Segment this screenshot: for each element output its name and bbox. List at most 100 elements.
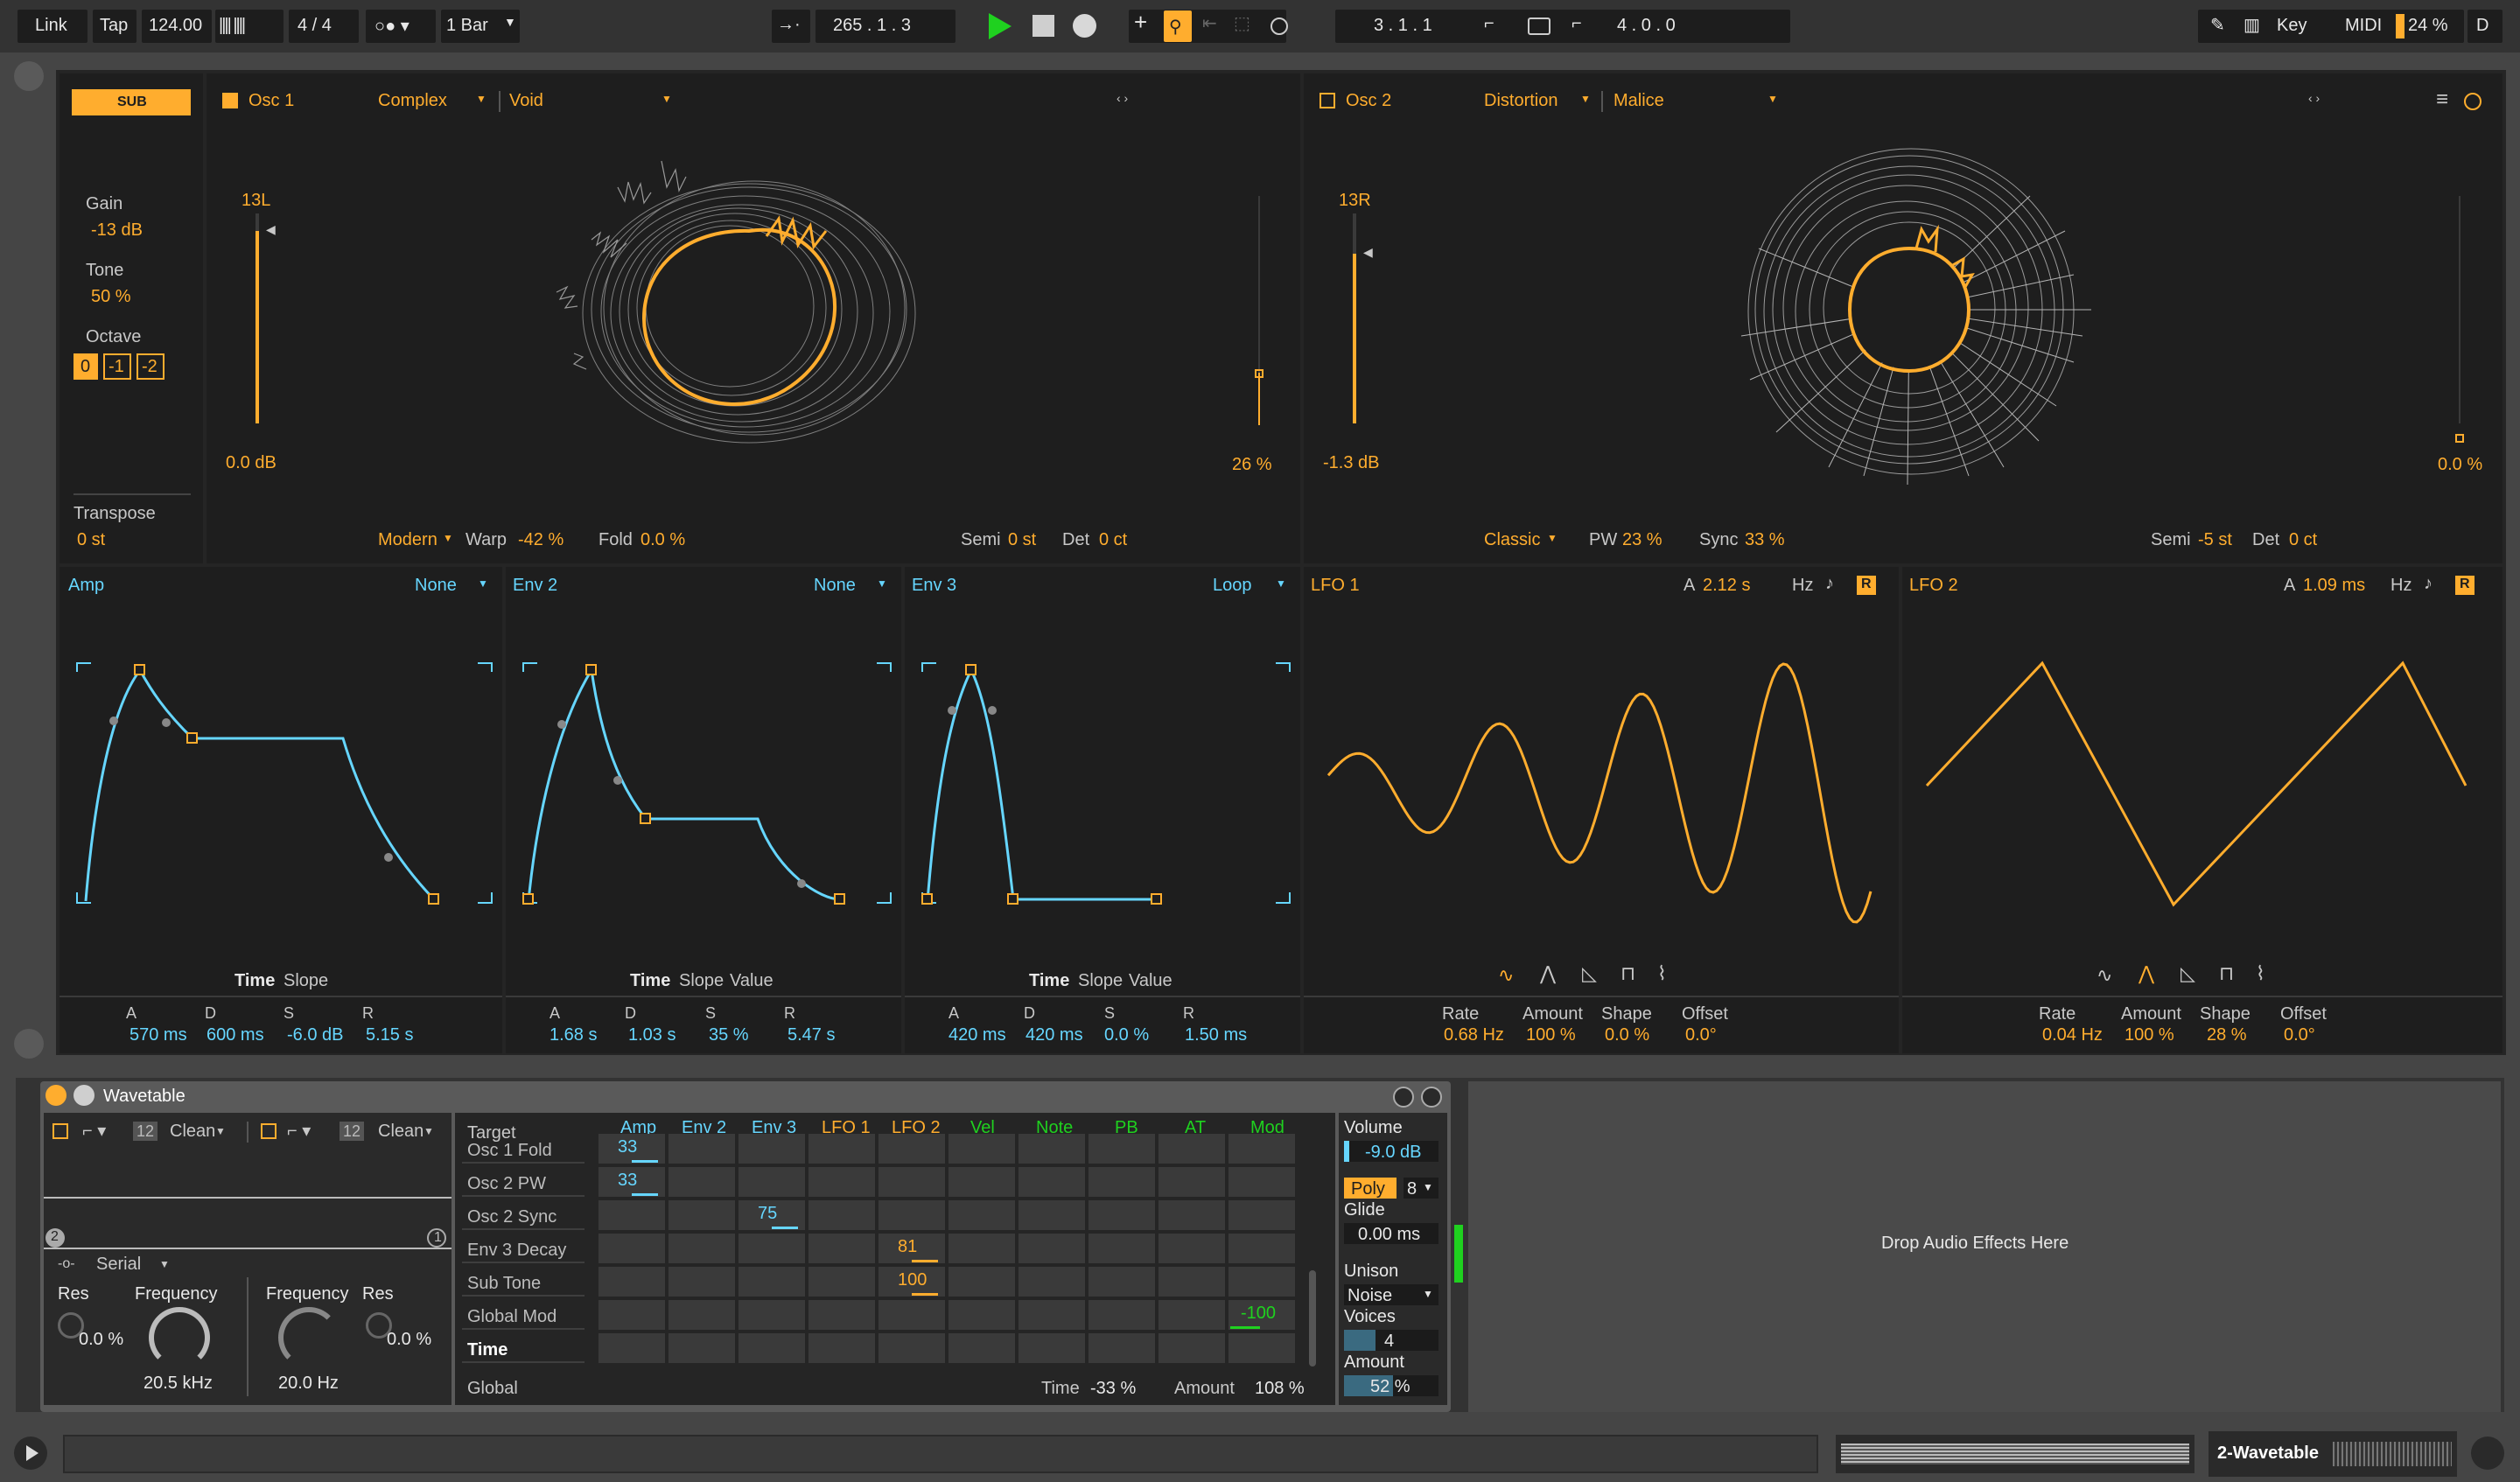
matrix-cell[interactable]	[808, 1134, 875, 1164]
matrix-cell[interactable]: -100	[1228, 1300, 1295, 1330]
matrix-cell[interactable]	[668, 1267, 735, 1297]
matrix-cell[interactable]	[668, 1167, 735, 1197]
matrix-cell[interactable]	[1088, 1200, 1155, 1230]
transpose-value[interactable]: 0 st	[77, 530, 105, 550]
decay-value[interactable]: 600 ms	[206, 1025, 264, 1045]
matrix-cell[interactable]	[1088, 1234, 1155, 1263]
filter1-slope[interactable]: 12	[133, 1122, 158, 1141]
matrix-cell[interactable]	[1018, 1267, 1085, 1297]
matrix-cell[interactable]	[598, 1267, 665, 1297]
warp-value[interactable]: -42 %	[518, 530, 564, 550]
link-button[interactable]: Link	[18, 10, 88, 43]
matrix-cell[interactable]	[808, 1333, 875, 1363]
matrix-cell[interactable]	[738, 1234, 805, 1263]
unison-amount-field[interactable]: 52 %	[1344, 1375, 1438, 1396]
release-value[interactable]: 5.47 s	[788, 1025, 835, 1045]
filter2-toggle[interactable]	[261, 1123, 276, 1139]
sustain-value[interactable]: -6.0 dB	[287, 1025, 343, 1045]
matrix-cell[interactable]	[668, 1300, 735, 1330]
hot-swap-icon[interactable]	[1393, 1087, 1414, 1108]
tab-time[interactable]: Time	[1029, 971, 1069, 991]
attack-value[interactable]: 420 ms	[948, 1025, 1006, 1045]
poly-button[interactable]: Poly	[1344, 1178, 1396, 1199]
amount-value[interactable]: 100 %	[2124, 1025, 2174, 1045]
matrix-target-row[interactable]: Osc 2 Sync	[467, 1207, 556, 1227]
matrix-cell[interactable]	[948, 1234, 1015, 1263]
matrix-target-row[interactable]: Time	[467, 1340, 508, 1360]
tab-slope[interactable]: Slope	[1078, 971, 1123, 991]
square-shape-icon[interactable]: ⊓	[2219, 962, 2234, 985]
matrix-target-row[interactable]: Osc 1 Fold	[467, 1141, 552, 1161]
overview-toggle-icon[interactable]	[14, 1029, 44, 1059]
triangle-shape-icon[interactable]: ⋀	[1540, 962, 1556, 985]
matrix-target-row[interactable]: Osc 2 PW	[467, 1174, 546, 1194]
matrix-cell[interactable]	[668, 1134, 735, 1164]
tab-time[interactable]: Time	[234, 971, 275, 991]
global-time-value[interactable]: -33 %	[1090, 1379, 1136, 1399]
release-value[interactable]: 5.15 s	[366, 1025, 413, 1045]
global-amount-value[interactable]: 108 %	[1255, 1379, 1305, 1399]
matrix-cell[interactable]	[1228, 1234, 1295, 1263]
sustain-value[interactable]: 0.0 %	[1104, 1025, 1149, 1045]
matrix-cell[interactable]	[808, 1234, 875, 1263]
meter-field[interactable]: 4 / 4	[289, 10, 359, 43]
voices-field[interactable]: 4	[1344, 1330, 1438, 1351]
matrix-cell[interactable]	[1158, 1300, 1225, 1330]
pw-value[interactable]: 23 %	[1622, 530, 1662, 550]
matrix-cell[interactable]	[878, 1333, 945, 1363]
matrix-cell[interactable]	[878, 1167, 945, 1197]
det-value[interactable]: 0 ct	[1099, 530, 1127, 550]
selected-track-display[interactable]: 2-Wavetable	[2208, 1431, 2457, 1477]
matrix-cell[interactable]	[808, 1267, 875, 1297]
osc2-wavetable-display[interactable]	[1304, 73, 2502, 563]
matrix-cell[interactable]	[1018, 1300, 1085, 1330]
matrix-cell[interactable]	[1088, 1267, 1155, 1297]
matrix-cell[interactable]	[948, 1167, 1015, 1197]
matrix-cell[interactable]	[1018, 1200, 1085, 1230]
matrix-scrollbar[interactable]	[1309, 1270, 1316, 1367]
loop-length-field[interactable]: 4 . 0 . 0	[1617, 16, 1676, 36]
matrix-cell[interactable]	[878, 1200, 945, 1230]
matrix-cell[interactable]	[1088, 1167, 1155, 1197]
detail-view-toggle-icon[interactable]	[2471, 1437, 2504, 1470]
matrix-cell[interactable]: 75	[738, 1200, 805, 1230]
amp-envelope-graph[interactable]	[60, 567, 502, 934]
add-icon[interactable]: +	[1134, 9, 1147, 36]
matrix-cell[interactable]	[1088, 1300, 1155, 1330]
env2-envelope-graph[interactable]	[506, 567, 901, 934]
saw-shape-icon[interactable]: ◺	[2180, 962, 2195, 985]
record-icon[interactable]	[1073, 14, 1096, 38]
matrix-cell[interactable]	[1228, 1267, 1295, 1297]
matrix-cell[interactable]	[738, 1267, 805, 1297]
punch-out-icon[interactable]: ⌐	[1572, 14, 1582, 34]
tab-value[interactable]: Value	[730, 971, 774, 991]
device-on-toggle[interactable]	[46, 1085, 66, 1106]
matrix-cell[interactable]	[948, 1333, 1015, 1363]
unison-dropdown[interactable]: Noise ▼	[1344, 1284, 1438, 1305]
semi-value[interactable]: 0 st	[1008, 530, 1036, 550]
amount-value[interactable]: 100 %	[1526, 1025, 1576, 1045]
matrix-cell[interactable]	[738, 1300, 805, 1330]
tempo-field[interactable]: 124.00	[142, 10, 212, 43]
matrix-cell[interactable]	[738, 1134, 805, 1164]
matrix-cell[interactable]	[948, 1267, 1015, 1297]
sub-gain-value[interactable]: -13 dB	[91, 220, 143, 241]
matrix-cell[interactable]	[1018, 1134, 1085, 1164]
key-map-button[interactable]: Key	[2277, 16, 2306, 36]
matrix-cell[interactable]	[1088, 1134, 1155, 1164]
browser-toggle-icon[interactable]	[14, 61, 44, 91]
matrix-cell[interactable]	[598, 1200, 665, 1230]
lfo1-waveform[interactable]	[1304, 567, 1899, 934]
filter2-circuit-dropdown[interactable]: Clean	[378, 1122, 424, 1142]
octave-minus-1[interactable]: -1	[103, 353, 131, 380]
arrangement-position[interactable]: 265 . 1 . 3	[816, 10, 956, 43]
matrix-cell[interactable]	[1228, 1200, 1295, 1230]
session-record-icon[interactable]	[1270, 17, 1288, 35]
saw-shape-icon[interactable]: ◺	[1582, 962, 1597, 985]
matrix-cell[interactable]	[668, 1333, 735, 1363]
keyboard-icon[interactable]: ▥	[2244, 14, 2260, 36]
freq1-knob[interactable]	[149, 1307, 210, 1368]
play-status-icon[interactable]	[14, 1437, 47, 1470]
punch-in-icon[interactable]: ⌐	[1484, 14, 1494, 34]
octave-0[interactable]: 0	[74, 353, 98, 380]
